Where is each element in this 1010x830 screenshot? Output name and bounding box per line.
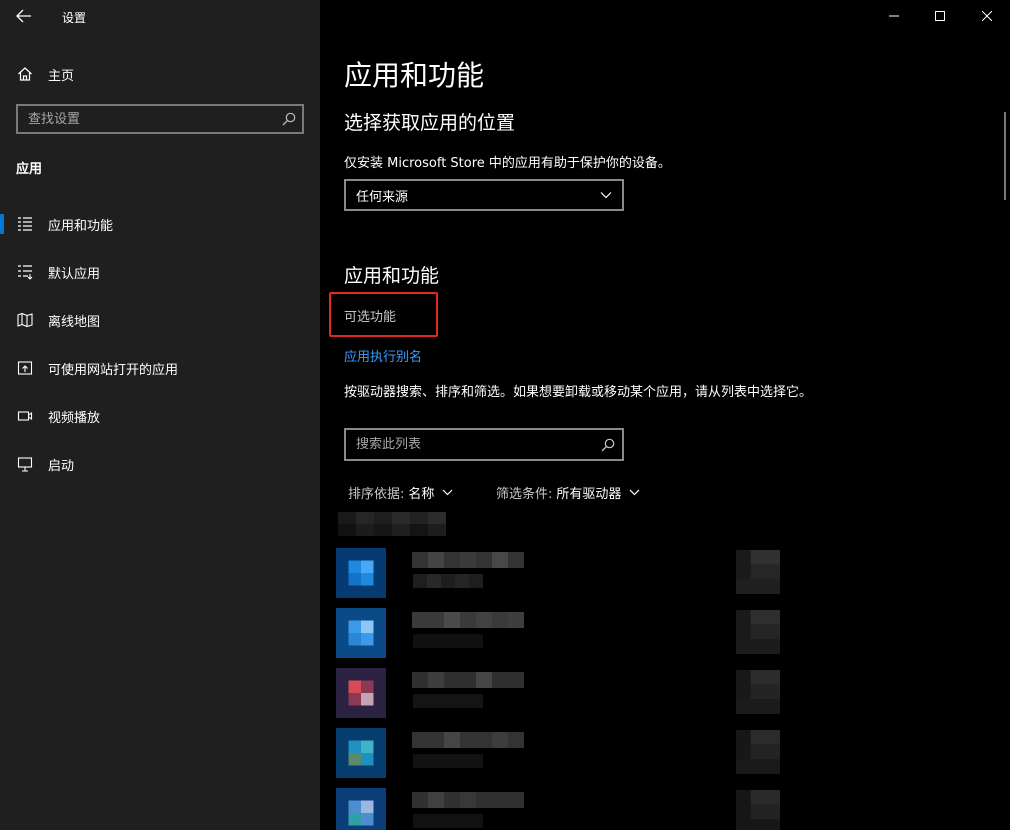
list-default-icon [18, 265, 33, 280]
sort-value: 名称 [408, 487, 435, 502]
app-name-blurred [412, 792, 524, 808]
optional-features-link[interactable]: 可选功能 [344, 306, 396, 325]
settings-search-box [16, 104, 304, 134]
sidebar-item-apps-for-websites[interactable]: 可使用网站打开的应用 [0, 344, 320, 392]
app-icon [336, 728, 386, 778]
startup-icon [17, 457, 33, 472]
page-title: 应用和功能 [344, 59, 485, 92]
chevron-down-icon [629, 489, 640, 496]
sidebar-item-video-playback[interactable]: 视频播放 [0, 392, 320, 440]
sidebar-item-label: 默认应用 [48, 266, 101, 282]
app-name-blurred [412, 552, 524, 568]
app-name-blurred [412, 672, 524, 688]
sidebar-item-startup[interactable]: 启动 [0, 440, 320, 488]
sidebar-item-label: 可使用网站打开的应用 [48, 362, 179, 378]
search-icon [282, 112, 296, 126]
app-count-blurred [338, 512, 446, 536]
app-list-search-box [344, 428, 624, 461]
app-details-blurred [413, 754, 483, 768]
scrollbar-thumb[interactable] [1004, 112, 1006, 200]
open-web-icon [17, 361, 33, 375]
app-list-search-input[interactable] [346, 437, 594, 452]
app-source-dropdown-value: 任何来源 [356, 189, 409, 205]
apps-section-title: 应用和功能 [344, 265, 440, 287]
filter-value: 所有驱动器 [556, 487, 622, 502]
sidebar: 设置 主页 应用 应用和功能 默认应用 离线地图 可使用网站打开的应用 视频播放 [0, 0, 320, 830]
sidebar-item-apps-features[interactable]: 应用和功能 [0, 200, 320, 248]
list-filters: 排序依据: 名称 筛选条件: 所有驱动器 [348, 483, 640, 502]
list-icon [18, 217, 32, 231]
app-details-blurred [413, 574, 483, 588]
home-icon [18, 67, 32, 81]
chevron-down-icon [600, 192, 612, 199]
source-section-description: 仅安装 Microsoft Store 中的应用有助于保护你的设备。 [344, 156, 671, 171]
sidebar-item-home[interactable]: 主页 [0, 56, 320, 92]
sidebar-item-default-apps[interactable]: 默认应用 [0, 248, 320, 296]
back-button[interactable] [8, 2, 40, 30]
video-icon [17, 411, 33, 421]
app-source-dropdown[interactable]: 任何来源 [344, 179, 624, 211]
drive-filter-dropdown[interactable]: 筛选条件: 所有驱动器 [496, 483, 640, 502]
filter-label: 筛选条件: [496, 487, 553, 502]
sidebar-nav: 应用和功能 默认应用 离线地图 可使用网站打开的应用 视频播放 启动 [0, 200, 320, 488]
app-details-blurred [413, 694, 483, 708]
source-section-title: 选择获取应用的位置 [344, 112, 516, 134]
app-icon [336, 608, 386, 658]
app-size-blurred [736, 550, 780, 594]
app-name-blurred [412, 612, 524, 628]
sidebar-item-label: 离线地图 [48, 314, 101, 330]
arrow-left-icon [16, 9, 31, 23]
sidebar-home-label: 主页 [48, 68, 75, 84]
apps-section-description: 按驱动器搜索、排序和筛选。如果想要卸载或移动某个应用，请从列表中选择它。 [344, 385, 813, 400]
app-execution-alias-link[interactable]: 应用执行别名 [344, 346, 422, 365]
app-icon [336, 548, 386, 598]
app-list-item[interactable] [336, 608, 786, 658]
app-size-blurred [736, 670, 780, 714]
sidebar-item-label: 应用和功能 [48, 218, 114, 234]
app-list-item[interactable] [336, 548, 786, 598]
main-content: 应用和功能 选择获取应用的位置 仅安装 Microsoft Store 中的应用… [320, 0, 1010, 830]
app-details-blurred [413, 814, 483, 828]
app-icon [336, 668, 386, 718]
sort-label: 排序依据: [348, 487, 405, 502]
app-list-item[interactable] [336, 728, 786, 778]
app-icon [336, 788, 386, 830]
app-size-blurred [736, 790, 780, 830]
search-icon [601, 438, 615, 451]
app-size-blurred [736, 730, 780, 774]
app-list-item[interactable] [336, 788, 786, 830]
app-name-blurred [412, 732, 524, 748]
app-details-blurred [413, 634, 483, 648]
app-list-item[interactable] [336, 668, 786, 718]
map-icon [17, 312, 33, 328]
window-title: 设置 [62, 11, 87, 25]
chevron-down-icon [442, 489, 453, 496]
sidebar-section-title: 应用 [16, 162, 43, 177]
sidebar-item-label: 视频播放 [48, 410, 101, 426]
app-size-blurred [736, 610, 780, 654]
sort-dropdown[interactable]: 排序依据: 名称 [348, 483, 496, 502]
title-bar: 设置 [0, 0, 320, 32]
settings-search-input[interactable] [18, 111, 276, 127]
sidebar-item-label: 启动 [48, 458, 75, 474]
sidebar-item-offline-maps[interactable]: 离线地图 [0, 296, 320, 344]
